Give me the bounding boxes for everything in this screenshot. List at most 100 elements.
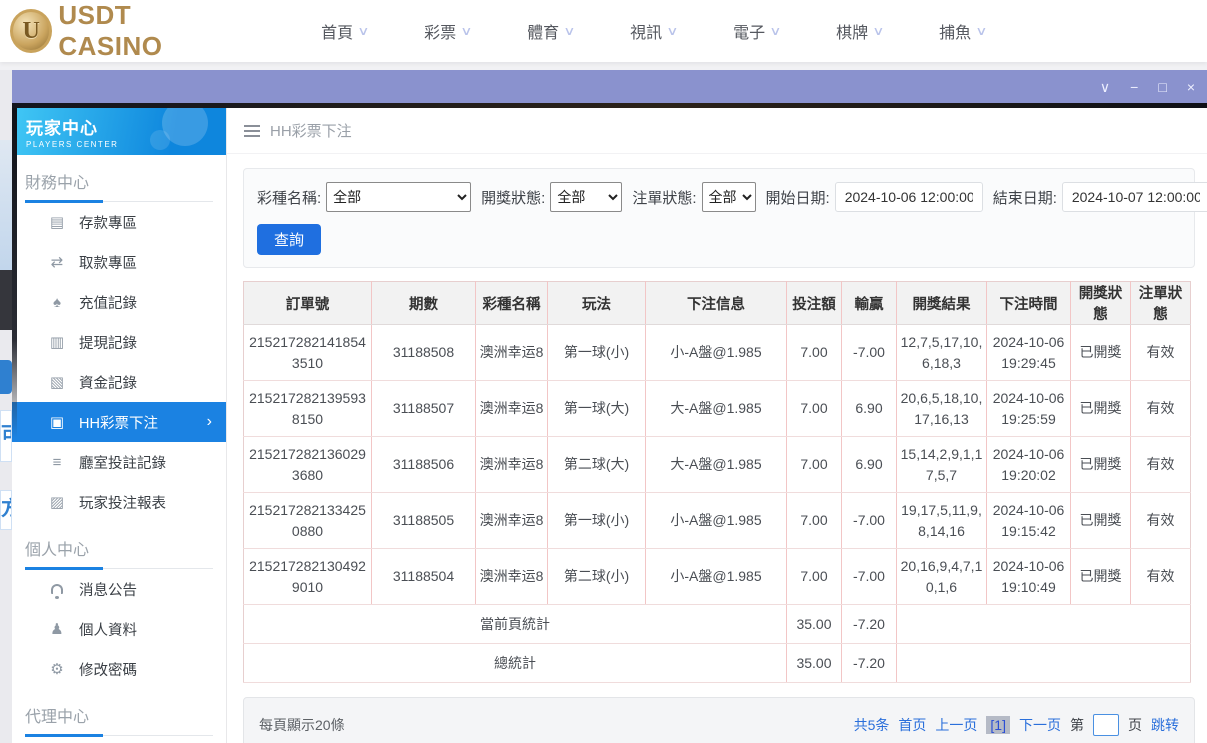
chevron-down-icon: ∨: [357, 24, 370, 38]
next-page-link[interactable]: 下一页: [1019, 715, 1061, 735]
summary-label: 當前頁統計: [243, 604, 787, 644]
pagination: 共5条 首页 上一页 [1] 下一页 第 页 跳转: [854, 713, 1179, 736]
prev-page-link[interactable]: 上一页: [935, 715, 977, 735]
table-cell: 大-A盤@1.985: [645, 436, 787, 493]
table-cell: 20,16,9,4,7,10,1,6: [896, 548, 987, 605]
table-cell: 已開獎: [1070, 380, 1131, 437]
bell-icon: [48, 581, 66, 598]
search-button[interactable]: 查詢: [257, 224, 322, 255]
page-summary-row: 當前頁統計 35.00 -7.20: [243, 604, 1191, 644]
breadcrumb: HH彩票下注: [227, 108, 1207, 154]
sidebar-item-label: 修改密碼: [79, 662, 137, 679]
sidebar-item-消息公告[interactable]: 消息公告: [12, 569, 226, 609]
nav-item-label: 視訊: [630, 25, 663, 42]
table-footer-bar: 每頁顯示20條 共5条 首页 上一页 [1] 下一页 第 页 跳转: [243, 697, 1195, 743]
column-header: 下注時間: [986, 281, 1071, 325]
page-title: HH彩票下注: [270, 123, 352, 140]
sidebar-item-資金記錄[interactable]: ▧ 資金記錄: [12, 362, 226, 402]
table-body: 2152172821418543510 31188508 澳洲幸运8 第一球(小) 小-…: [243, 324, 1191, 683]
start-date-label: 開始日期:: [765, 189, 830, 207]
chevron-down-icon: ∨: [460, 24, 473, 38]
column-header: 開獎結果: [896, 281, 987, 325]
nav-item-4[interactable]: 視訊 ∨: [602, 19, 705, 43]
hamburger-menu-icon[interactable]: [244, 124, 260, 137]
page-background-gap: [0, 62, 1207, 70]
end-date-input[interactable]: [1061, 182, 1207, 212]
column-header: 輸贏: [841, 281, 897, 325]
table-cell: 7.00: [786, 548, 842, 605]
sidebar-item-label: 消息公告: [79, 582, 137, 599]
table-cell: 小-A盤@1.985: [645, 548, 787, 605]
sidebar-item-修改密碼[interactable]: ⚙ 修改密碼: [12, 649, 226, 689]
table-cell: 31188504: [371, 548, 476, 605]
sidebar-header: 玩家中心 PLAYERS CENTER: [12, 108, 226, 155]
draw-status-select[interactable]: 全部: [550, 182, 623, 212]
lottery-bet-icon: ▣: [49, 414, 65, 431]
sidebar-item-提現記錄[interactable]: ▥ 提現記錄: [12, 322, 226, 362]
site-logo[interactable]: U USDT CASINO: [10, 0, 235, 62]
table-cell: 澳洲幸运8: [475, 548, 548, 605]
recharge-record-icon: ♠: [53, 293, 61, 311]
main-content: HH彩票下注 彩種名稱: 全部 開獎狀態: 全部 注單狀態: 全部 開始日期: …: [227, 108, 1207, 743]
nav-item-6[interactable]: 棋牌 ∨: [808, 19, 911, 43]
nav-item-label: 電子: [733, 25, 766, 42]
window-collapse-icon[interactable]: ∨: [1100, 80, 1110, 94]
page-size-label: 每頁顯示20條: [259, 716, 345, 733]
sidebar-item-玩家投注報表[interactable]: ▨ 玩家投注報表: [12, 482, 226, 522]
sidebar-item-廳室投註記錄[interactable]: ≡ 廳室投註記錄: [12, 442, 226, 482]
sidebar-item-個人資料[interactable]: ♟ 個人資料: [12, 609, 226, 649]
first-page-link[interactable]: 首页: [898, 715, 926, 735]
jump-page-input[interactable]: [1093, 713, 1119, 736]
summary-empty-cell: [896, 604, 1191, 644]
current-page-indicator[interactable]: [1]: [986, 715, 1010, 734]
table-cell: 19,17,5,11,9,8,14,16: [896, 492, 987, 549]
nav-item-7[interactable]: 捕魚 ∨: [911, 19, 1014, 43]
player-center-window: ∨ − □ × 玩家中心 PLAYERS CENTER 財務中心 ▤ 存款專區 ⇄ 取款…: [12, 70, 1207, 743]
column-header: 下注信息: [645, 281, 787, 325]
sidebar-item-充值記錄[interactable]: ♠ 充值記錄: [12, 282, 226, 322]
table-cell: 第一球(大): [547, 380, 646, 437]
table-cell: 31188508: [371, 324, 476, 381]
table-cell: 20,6,5,18,10,17,16,13: [896, 380, 987, 437]
lottery-name-select[interactable]: 全部: [326, 182, 472, 212]
grand-summary-row: 總統計 35.00 -7.20: [243, 643, 1191, 683]
table-cell: 31188505: [371, 492, 476, 549]
background-page-strip: 可 方: [0, 70, 12, 743]
window-close-icon[interactable]: ×: [1187, 80, 1195, 94]
sidebar-item-label: 廳室投註記錄: [79, 455, 166, 472]
profile-icon: ♟: [50, 621, 64, 638]
table-cell: 2024-10-06 19:20:02: [986, 436, 1071, 493]
sidebar-item-label: 個人資料: [79, 622, 137, 639]
window-maximize-icon[interactable]: □: [1158, 80, 1166, 94]
nav-item-5[interactable]: 電子 ∨: [705, 19, 808, 43]
nav-item-2[interactable]: 彩票 ∨: [396, 19, 499, 43]
table-cell: 已開獎: [1070, 492, 1131, 549]
window-minimize-icon[interactable]: −: [1130, 80, 1138, 94]
nav-item-1[interactable]: 首頁 ∨: [293, 19, 396, 43]
chevron-down-icon: ∨: [975, 24, 988, 38]
table-cell: 2024-10-06 19:15:42: [986, 492, 1071, 549]
order-status-select[interactable]: 全部: [701, 182, 756, 212]
sidebar-section-title: 代理中心: [25, 703, 213, 737]
nav-item-label: 捕魚: [939, 25, 972, 42]
sidebar-item-存款專區[interactable]: ▤ 存款專區: [12, 202, 226, 242]
filter-panel: 彩種名稱: 全部 開獎狀態: 全部 注單狀態: 全部 開始日期: 2024-10…: [243, 168, 1207, 268]
logo-coin-icon: U: [10, 9, 53, 53]
jump-button[interactable]: 跳转: [1151, 715, 1179, 735]
logo-letter: U: [22, 17, 40, 44]
start-date-input[interactable]: [834, 182, 983, 212]
table-cell: 15,14,2,9,1,17,5,7: [896, 436, 987, 493]
nav-item-label: 體育: [527, 25, 560, 42]
chevron-down-icon: ∨: [563, 24, 576, 38]
nav-item-3[interactable]: 體育 ∨: [499, 19, 602, 43]
sidebar-item-label: HH彩票下注: [79, 415, 158, 432]
sidebar-item-HH彩票下注[interactable]: ▣ HH彩票下注 ›: [12, 402, 226, 442]
window-body: 玩家中心 PLAYERS CENTER 財務中心 ▤ 存款專區 ⇄ 取款專區 ♠ 充值記錄 ▥…: [12, 108, 1207, 743]
table-cell: 有效: [1130, 324, 1191, 381]
hall-bet-record-icon: ≡: [52, 453, 62, 471]
floating-card-fragment: 可: [0, 410, 12, 462]
table-cell: 第一球(小): [547, 324, 646, 381]
sidebar-item-label: 玩家投注報表: [79, 495, 166, 512]
table-cell: 有效: [1130, 436, 1191, 493]
sidebar-item-取款專區[interactable]: ⇄ 取款專區: [12, 242, 226, 282]
